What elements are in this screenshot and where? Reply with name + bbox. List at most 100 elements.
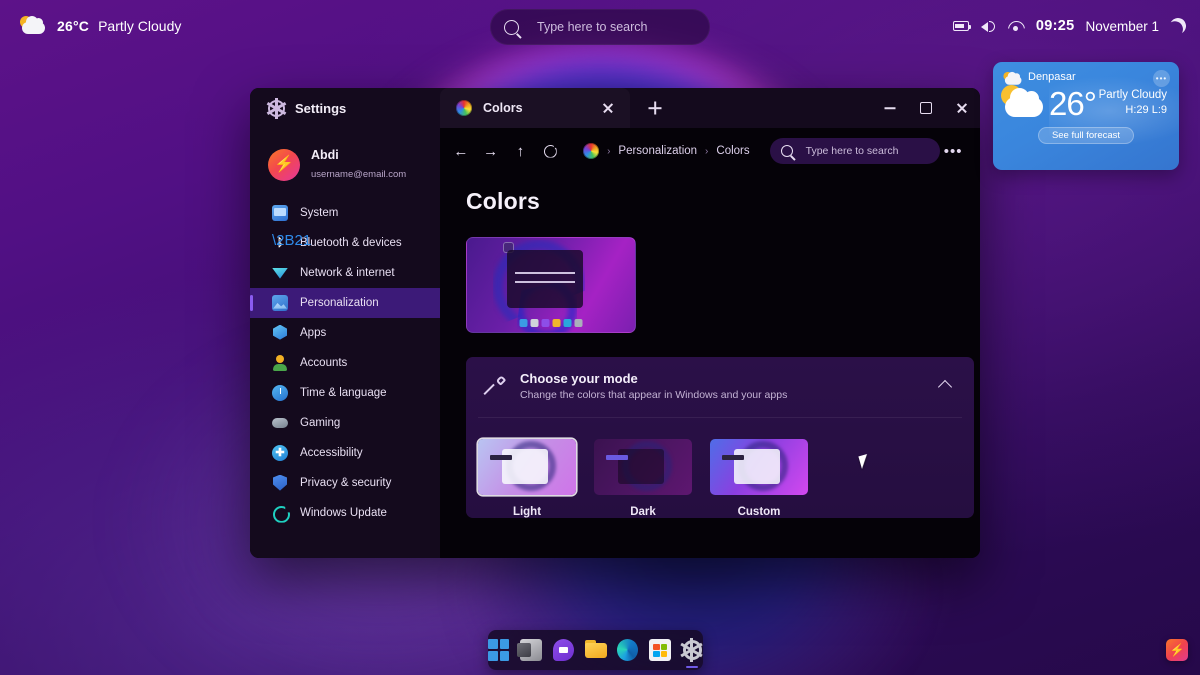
sidebar-item-label: Privacy & security	[300, 476, 392, 489]
content-pane: ← → ↑ › Personalization › Colors Type he…	[440, 128, 980, 558]
color-wheel-icon[interactable]	[583, 143, 600, 159]
partly-cloudy-icon	[18, 15, 48, 37]
account-card[interactable]: ⚡ Abdi username@email.com	[250, 138, 440, 198]
update-icon	[272, 505, 288, 521]
close-tab-icon[interactable]	[598, 98, 618, 118]
start-button[interactable]	[488, 639, 510, 661]
mode-option-dark[interactable]: Dark	[594, 439, 692, 518]
search-icon	[780, 145, 793, 157]
back-button[interactable]: ←	[446, 136, 476, 166]
tab-strip: Colors	[440, 88, 872, 128]
sidebar-item-label: Accounts	[300, 356, 348, 369]
sidebar-item-time-language[interactable]: Time & language	[250, 378, 440, 408]
mode-thumb-dark	[594, 439, 692, 495]
sidebar-item-label: Personalization	[300, 296, 379, 309]
minimize-icon[interactable]	[872, 88, 908, 128]
personalization-icon	[272, 294, 288, 311]
sidebar-item-windows-update[interactable]: Windows Update	[250, 498, 440, 528]
sidebar-item-system[interactable]: System	[250, 198, 440, 228]
wifi-icon[interactable]	[1008, 18, 1025, 34]
account-text: Abdi username@email.com	[311, 148, 406, 182]
tab-label: Colors	[483, 101, 523, 115]
taskbar-search-box[interactable]: Type here to search	[490, 9, 710, 45]
speaker-icon[interactable]	[980, 18, 997, 34]
bluetooth-icon: ᛒ	[272, 232, 311, 251]
mode-card-text: Choose your mode Change the colors that …	[520, 371, 787, 401]
mode-thumb-light	[478, 439, 576, 495]
sidebar-item-label: Time & language	[300, 386, 387, 399]
avatar: ⚡	[268, 148, 300, 181]
window-body: ⚡ Abdi username@email.com System ᛒ Bluet…	[250, 128, 980, 558]
mode-card-header[interactable]: Choose your mode Change the colors that …	[466, 357, 974, 417]
sidebar-item-network[interactable]: Network & internet	[250, 258, 440, 288]
active-indicator	[686, 665, 699, 668]
chevron-up-icon[interactable]	[932, 373, 958, 399]
battery-icon[interactable]	[952, 21, 971, 31]
sidebar-item-personalization[interactable]: Personalization	[250, 287, 440, 318]
breadcrumb-colors[interactable]: Colors	[716, 145, 749, 157]
close-window-icon[interactable]	[944, 88, 980, 128]
new-tab-icon[interactable]	[642, 95, 668, 121]
up-button[interactable]: ↑	[506, 136, 536, 166]
file-explorer-button[interactable]	[584, 639, 608, 661]
sidebar-item-label: Windows Update	[300, 506, 387, 519]
partly-cloudy-large-icon	[999, 85, 1047, 121]
window-title-bar[interactable]: Settings Colors	[250, 88, 980, 128]
desktop: 26°C Partly Cloudy Type here to search 0…	[0, 0, 1200, 675]
sidebar-item-label: Accessibility	[300, 446, 363, 459]
sidebar-item-privacy-security[interactable]: Privacy & security	[250, 468, 440, 498]
sidebar-item-label: Bluetooth & devices	[300, 236, 402, 249]
top-taskbar: 26°C Partly Cloudy Type here to search 0…	[0, 0, 1200, 52]
task-view-button[interactable]	[517, 639, 542, 661]
sidebar-item-label: Apps	[300, 326, 327, 339]
microsoft-store-button[interactable]	[649, 639, 671, 661]
taskbar-search-placeholder: Type here to search	[537, 20, 648, 34]
forward-button[interactable]: →	[476, 136, 506, 166]
clock-date[interactable]: November 1	[1085, 19, 1159, 34]
refresh-button[interactable]	[535, 136, 565, 166]
mode-option-custom[interactable]: Custom	[710, 439, 808, 518]
weather-widget[interactable]: Denpasar ••• 26° Partly Cloudy H:29 L:9 …	[993, 62, 1179, 170]
theme-preview	[466, 237, 636, 333]
sidebar-item-apps[interactable]: Apps	[250, 318, 440, 348]
widget-more-button[interactable]: •••	[1153, 70, 1170, 87]
maximize-icon[interactable]	[908, 88, 944, 128]
sidebar-item-accessibility[interactable]: ✚ Accessibility	[250, 438, 440, 468]
mode-option-light[interactable]: Light	[478, 439, 576, 518]
search-icon	[504, 19, 519, 35]
bottom-taskbar	[488, 630, 703, 670]
system-tray: 09:25 November 1	[952, 0, 1189, 52]
edge-button[interactable]	[617, 639, 639, 661]
sidebar-item-accounts[interactable]: Accounts	[250, 348, 440, 378]
bolt-glyph: ⚡	[274, 155, 294, 173]
content-navbar: ← → ↑ › Personalization › Colors Type he…	[440, 128, 980, 174]
sidebar-item-bluetooth[interactable]: ᛒ Bluetooth & devices	[250, 228, 440, 258]
settings-button[interactable]	[680, 638, 703, 668]
account-name: Abdi	[311, 148, 339, 162]
breadcrumb-personalization[interactable]: Personalization	[618, 145, 697, 157]
sidebar-item-label: System	[300, 206, 339, 219]
preview-taskbar	[519, 319, 583, 327]
sidebar-item-gaming[interactable]: Gaming	[250, 408, 440, 438]
gamepad-icon	[272, 415, 288, 431]
bolt-app-icon[interactable]: ⚡	[1166, 639, 1188, 661]
mode-card-subtitle: Change the colors that appear in Windows…	[520, 389, 788, 401]
color-wheel-icon	[456, 100, 472, 116]
mode-card-title: Choose your mode	[520, 371, 638, 386]
app-identity: Settings	[250, 88, 440, 128]
moon-icon[interactable]	[1168, 16, 1189, 37]
sidebar-nav: System ᛒ Bluetooth & devices Network & i…	[250, 198, 440, 528]
clock-time[interactable]: 09:25	[1036, 18, 1075, 34]
settings-window: Settings Colors ⚡ Abdi username@email.co…	[250, 88, 980, 558]
more-options-icon[interactable]: •••	[940, 138, 966, 164]
breadcrumb: › Personalization › Colors	[583, 143, 750, 159]
settings-sidebar: ⚡ Abdi username@email.com System ᛒ Bluet…	[250, 128, 440, 558]
settings-search-input[interactable]: Type here to search	[769, 138, 941, 164]
tab-colors[interactable]: Colors	[440, 88, 630, 128]
taskbar-weather[interactable]: 26°C Partly Cloudy	[18, 15, 181, 37]
partly-cloudy-small-icon	[1002, 71, 1022, 85]
gear-icon	[266, 97, 287, 119]
accounts-icon	[272, 354, 288, 371]
chat-button[interactable]	[552, 639, 574, 661]
preview-window	[507, 250, 583, 308]
